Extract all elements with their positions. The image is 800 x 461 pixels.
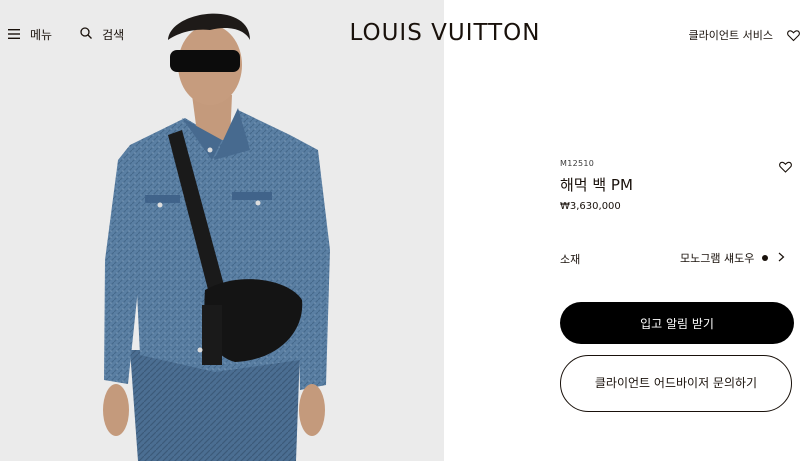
menu-button[interactable]: 메뉴 <box>8 26 52 43</box>
search-label: 검색 <box>102 28 125 42</box>
search-button[interactable]: 검색 <box>80 26 124 43</box>
model-illustration <box>103 13 330 461</box>
chevron-right-icon <box>778 252 785 265</box>
client-service-link[interactable]: 클라이언트 서비스 <box>689 27 773 43</box>
material-label: 소재 <box>560 253 581 266</box>
material-selector[interactable]: 모노그램 섀도우 <box>680 250 785 266</box>
product-hero-image <box>0 0 444 461</box>
wishlist-heart-icon[interactable] <box>779 158 792 177</box>
search-icon <box>80 27 93 42</box>
material-value: 모노그램 섀도우 <box>680 252 755 265</box>
material-swatch <box>762 255 769 261</box>
product-price: ₩3,630,000 <box>560 201 621 212</box>
menu-label: 메뉴 <box>30 28 53 42</box>
product-name: 해먹 백 PM <box>560 176 633 194</box>
header-wishlist-icon[interactable] <box>787 29 800 42</box>
notify-button[interactable]: 입고 알림 받기 <box>560 302 794 344</box>
header-left: 메뉴 검색 <box>8 26 152 43</box>
header-right: 클라이언트 서비스 <box>689 27 800 43</box>
brand-logo[interactable]: LOUIS VUITTON <box>343 20 547 46</box>
hamburger-icon <box>8 28 20 42</box>
product-sku: M12510 <box>560 159 595 168</box>
contact-advisor-button[interactable]: 클라이언트 어드바이저 문의하기 <box>560 355 792 412</box>
